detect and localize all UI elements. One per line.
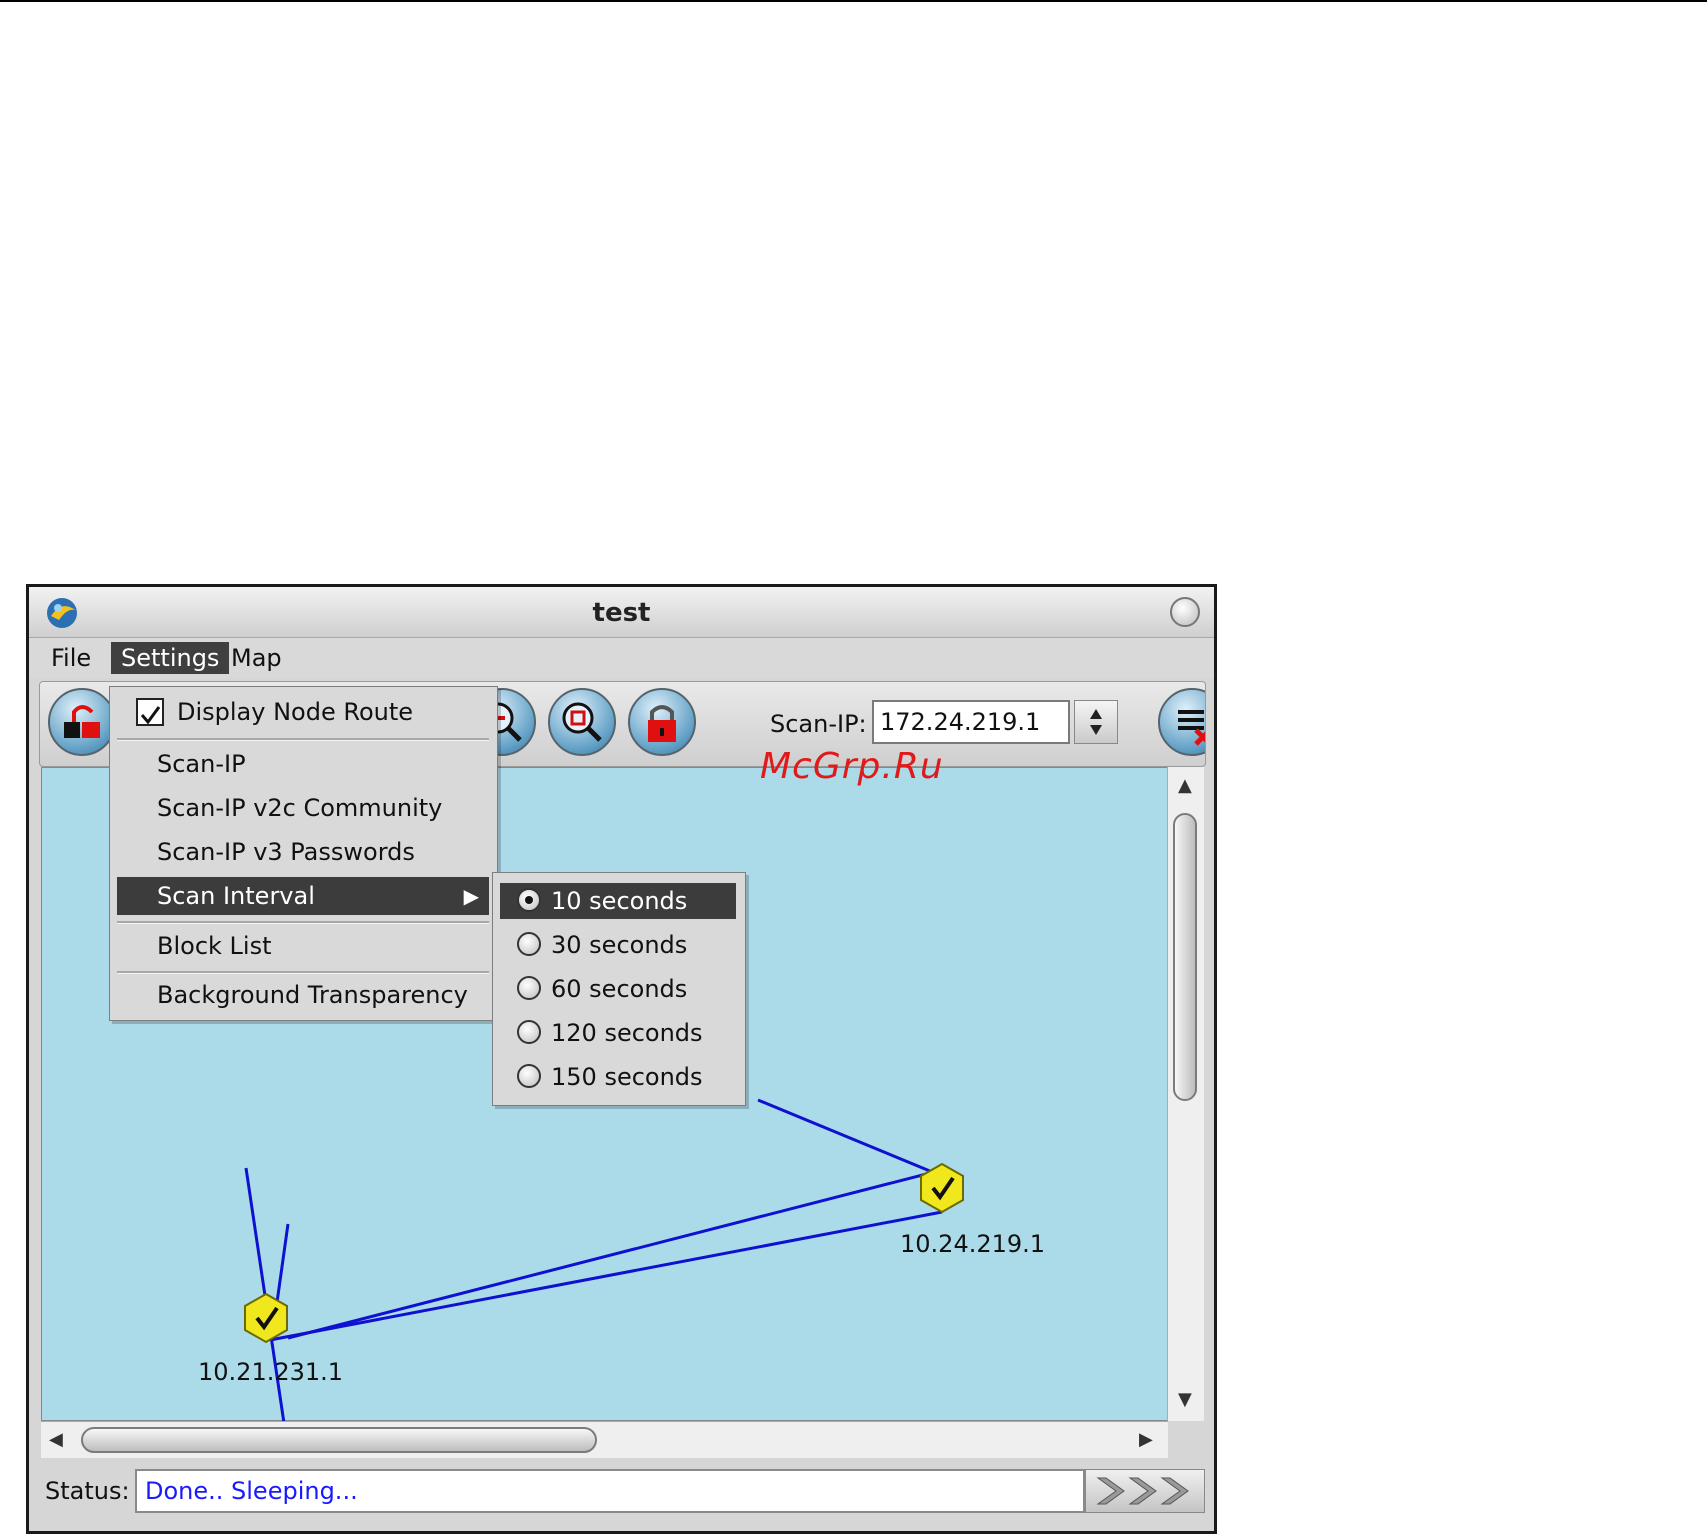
scan-ip-spinner[interactable]: [1074, 700, 1118, 744]
map-link: [287, 1168, 943, 1340]
zoom-fit-button[interactable]: [548, 688, 616, 756]
horizontal-scroll-thumb[interactable]: [81, 1427, 597, 1453]
menu-item-scan-ip[interactable]: Scan-IP: [117, 745, 489, 783]
menu-file[interactable]: File: [41, 642, 101, 674]
scroll-down-icon[interactable]: ▼: [1178, 1391, 1192, 1409]
status-text: Done.. Sleeping...: [135, 1469, 1085, 1513]
radio-option-120s[interactable]: 120 seconds: [500, 1015, 736, 1051]
menu-item-scan-ip-v2c[interactable]: Scan-IP v2c Community: [117, 789, 489, 827]
settings-dropdown-menu: Display Node Route Scan-IP Scan-IP v2c C…: [109, 686, 498, 1021]
menu-settings[interactable]: Settings: [111, 642, 230, 674]
map-link: [757, 1098, 943, 1178]
radio-option-label: 150 seconds: [551, 1063, 703, 1091]
spinner-arrows-icon: [1090, 709, 1102, 735]
map-node-icon[interactable]: [244, 1292, 288, 1344]
unlock-button[interactable]: [48, 688, 116, 756]
radio-button[interactable]: [517, 1020, 541, 1044]
list-delete-button[interactable]: [1158, 688, 1205, 756]
scroll-left-icon[interactable]: ◀: [49, 1431, 63, 1449]
vertical-scrollbar[interactable]: ▲ ▼: [1167, 767, 1204, 1421]
menu-item-label: Scan-IP v2c Community: [157, 794, 443, 822]
radio-option-label: 30 seconds: [551, 931, 688, 959]
menu-item-label: Display Node Route: [177, 698, 414, 726]
checkmark-icon: [140, 706, 161, 725]
menu-separator: [117, 921, 489, 924]
menu-separator: [117, 971, 489, 974]
menu-item-background-transparency[interactable]: Background Transparency: [117, 976, 489, 1014]
radio-option-60s[interactable]: 60 seconds: [500, 971, 736, 1007]
radio-button[interactable]: [517, 888, 541, 912]
menu-separator: [117, 738, 489, 741]
menu-item-block-list[interactable]: Block List: [117, 927, 489, 965]
menu-bar: File Settings Map: [29, 638, 1214, 678]
radio-option-10s[interactable]: 10 seconds: [500, 883, 736, 919]
map-link: [269, 1210, 943, 1342]
title-bar: test: [29, 587, 1214, 638]
window-title: test: [592, 598, 651, 628]
checkbox[interactable]: [136, 698, 164, 726]
unlock-icon: [64, 705, 100, 738]
window-control-button[interactable]: [1170, 597, 1200, 627]
page-top-rule: [0, 0, 1707, 2]
scroll-up-icon[interactable]: ▲: [1178, 777, 1192, 795]
horizontal-scrollbar[interactable]: ◀ ▶: [41, 1421, 1168, 1458]
radio-button[interactable]: [517, 976, 541, 1000]
menu-item-scan-ip-v3[interactable]: Scan-IP v3 Passwords: [117, 833, 489, 871]
radio-button[interactable]: [517, 1064, 541, 1088]
radio-option-label: 120 seconds: [551, 1019, 703, 1047]
node-label: 10.21.231.1: [198, 1358, 344, 1386]
menu-item-label: Scan-IP: [157, 750, 246, 778]
node-label: 10.24.219.1: [900, 1230, 1046, 1258]
menu-item-label: Background Transparency: [157, 981, 468, 1009]
radio-option-150s[interactable]: 150 seconds: [500, 1059, 736, 1095]
submenu-arrow-icon: ▶: [463, 884, 479, 908]
status-bar: Status: Done.. Sleeping...: [29, 1461, 1214, 1521]
vertical-scroll-thumb[interactable]: [1173, 813, 1197, 1101]
status-go-button[interactable]: [1085, 1469, 1205, 1513]
scan-ip-input[interactable]: [872, 700, 1070, 744]
watermark-text: McGrp.Ru: [760, 746, 944, 787]
radio-button[interactable]: [517, 932, 541, 956]
list-delete-icon: [1178, 710, 1205, 746]
scan-interval-submenu: 10 seconds 30 seconds 60 seconds 120 sec…: [492, 872, 746, 1106]
lock-icon: [648, 705, 676, 742]
zoom-fit-icon: [562, 702, 602, 742]
radio-option-label: 10 seconds: [551, 887, 688, 915]
menu-map[interactable]: Map: [221, 642, 292, 674]
chevrons-icon: [1096, 1477, 1189, 1505]
menu-item-scan-interval[interactable]: Scan Interval ▶: [117, 877, 489, 915]
radio-option-30s[interactable]: 30 seconds: [500, 927, 736, 963]
menu-item-label: Scan Interval: [157, 882, 315, 910]
status-label: Status:: [45, 1477, 130, 1505]
menu-item-display-node-route[interactable]: Display Node Route: [117, 693, 489, 731]
radio-option-label: 60 seconds: [551, 975, 688, 1003]
scroll-right-icon[interactable]: ▶: [1139, 1431, 1153, 1449]
lock-button[interactable]: [628, 688, 696, 756]
menu-item-label: Block List: [157, 932, 272, 960]
menu-item-label: Scan-IP v3 Passwords: [157, 838, 415, 866]
scan-ip-label: Scan-IP:: [770, 710, 867, 738]
